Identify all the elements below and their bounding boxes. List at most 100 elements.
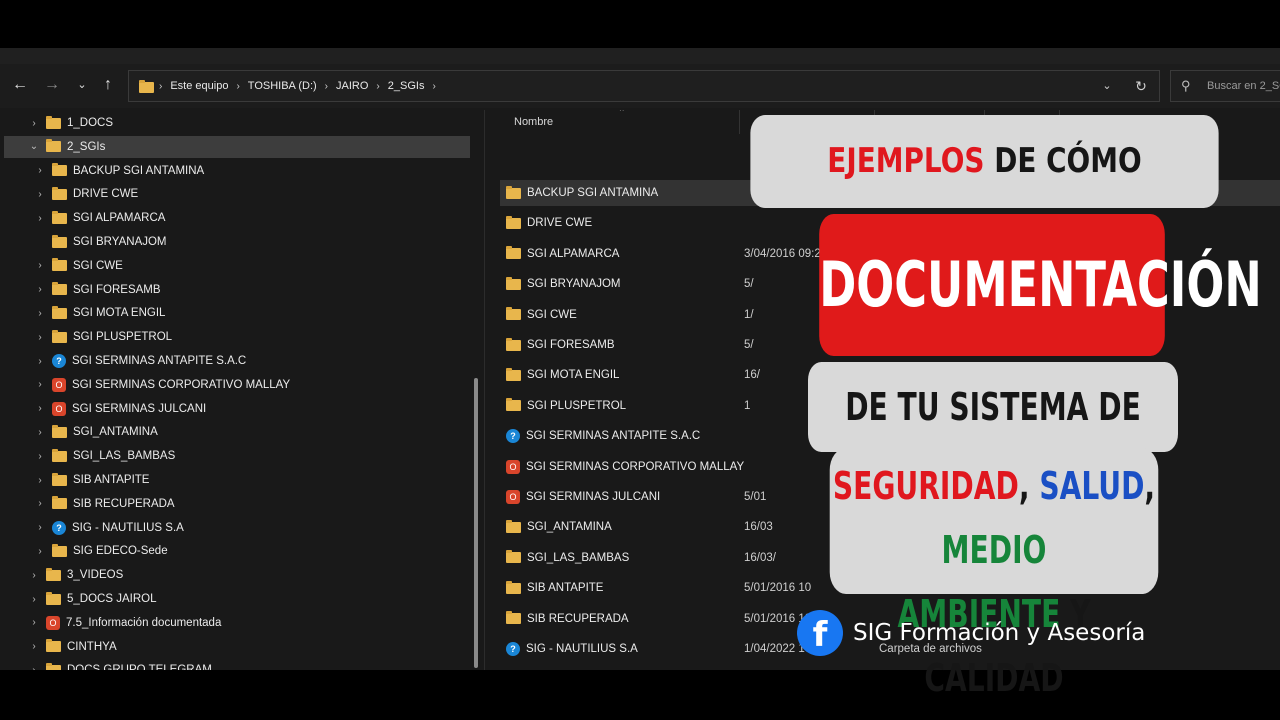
tree-item-label: SGI_LAS_BAMBAS <box>73 450 176 463</box>
chevron-right-icon[interactable]: › <box>34 403 46 414</box>
tree-item-label: 1_DOCS <box>67 117 114 129</box>
chevron-right-icon[interactable]: › <box>34 427 46 438</box>
tree-item[interactable]: ›? SIG - NAUTILIUS S.A <box>0 517 470 539</box>
breadcrumb-item[interactable]: JAIRO <box>336 80 368 92</box>
navigation-pane-scrollbar[interactable] <box>474 378 478 668</box>
file-date: 16/ <box>744 369 760 382</box>
address-folder-icon <box>139 80 154 93</box>
tree-item[interactable]: ›DOCS GRUPO TELEGRAM <box>0 659 470 670</box>
file-name: SGI_ANTAMINA <box>527 521 612 534</box>
breadcrumb-item[interactable]: TOSHIBA (D:) <box>248 80 317 92</box>
chevron-right-icon[interactable]: › <box>28 118 40 129</box>
file-date: 16/03 <box>744 521 773 534</box>
chevron-right-icon[interactable]: › <box>34 522 46 533</box>
back-arrow-icon[interactable]: ← <box>8 74 32 96</box>
folder-icon <box>52 496 67 510</box>
chevron-right-icon[interactable]: › <box>28 594 40 605</box>
chevron-right-icon[interactable]: › <box>28 617 40 628</box>
file-name: SIB ANTAPITE <box>527 582 604 595</box>
chevron-right-icon[interactable]: › <box>34 165 46 176</box>
folder-icon <box>52 163 67 177</box>
chevron-right-icon[interactable]: › <box>34 213 46 224</box>
chevron-right-icon[interactable]: › <box>34 356 46 367</box>
search-placeholder: Buscar en 2_SGIs <box>1207 80 1280 92</box>
chevron-right-icon: › <box>159 80 163 92</box>
chevron-right-icon[interactable]: › <box>28 570 40 581</box>
tree-item[interactable]: › SGI CWE <box>0 255 470 277</box>
folder-icon <box>506 580 521 594</box>
tree-item[interactable]: › 3_VIDEOS <box>0 564 470 586</box>
file-name: SGI SERMINAS CORPORATIVO MALLAY <box>526 460 745 473</box>
chevron-down-icon[interactable]: ⌄ <box>28 141 40 152</box>
tree-item[interactable]: › BACKUP SGI ANTAMINA <box>0 160 470 182</box>
pane-divider[interactable] <box>484 110 485 670</box>
tree-item[interactable]: ›? SGI SERMINAS ANTAPITE S.A.C <box>0 350 470 372</box>
folder-icon <box>506 337 521 351</box>
forward-arrow-icon[interactable]: → <box>40 74 64 96</box>
folder-icon <box>506 519 521 533</box>
tree-item-label: SGI SERMINAS CORPORATIVO MALLAY <box>72 378 291 391</box>
tree-item[interactable]: ⌄ 2_SGIs <box>4 135 470 158</box>
breadcrumb-item[interactable]: Este equipo <box>170 80 228 92</box>
tree-item[interactable]: › SGI PLUSPETROL <box>0 326 470 348</box>
question-badge-icon: ? <box>506 429 520 444</box>
folder-icon <box>52 258 67 272</box>
tree-item[interactable]: › DRIVE CWE <box>0 183 470 205</box>
tree-item-label: SGI ALPAMARCA <box>73 212 166 225</box>
title-highlight-ejemplos: EJEMPLOS <box>827 141 985 181</box>
refresh-icon[interactable]: ↻ <box>1131 76 1151 96</box>
search-input[interactable]: ⚲ Buscar en 2_SGIs <box>1170 70 1280 102</box>
tree-item[interactable]: › O SGI SERMINAS CORPORATIVO MALLAY <box>0 374 470 396</box>
tree-item-label: BACKUP SGI ANTAMINA <box>73 164 205 177</box>
chevron-right-icon[interactable]: › <box>34 260 46 271</box>
tree-item[interactable]: › SGI_LAS_BAMBAS <box>0 445 470 467</box>
folder-icon <box>506 185 521 199</box>
search-icon: ⚲ <box>1181 78 1191 93</box>
chevron-right-icon[interactable]: › <box>34 498 46 509</box>
breadcrumb: › Este equipo › TOSHIBA (D:) › JAIRO › 2… <box>159 71 444 101</box>
tree-item[interactable]: › SGI MOTA ENGIL <box>0 302 470 324</box>
tree-item[interactable]: › CINTHYA <box>0 636 470 658</box>
sort-ascending-icon: ⌃ <box>618 110 626 117</box>
column-divider[interactable] <box>739 110 740 134</box>
tree-item[interactable]: › SGI ALPAMARCA <box>0 207 470 229</box>
recent-locations-chevron-icon[interactable]: ⌄ <box>70 74 94 96</box>
file-date: 1 <box>744 399 751 412</box>
question-badge-icon: ? <box>506 642 520 656</box>
tree-item[interactable]: ›SGI BRYANAJOM <box>0 231 470 253</box>
folder-icon <box>506 307 521 321</box>
chevron-right-icon[interactable]: › <box>34 546 46 557</box>
file-date: 5/01 <box>744 491 767 503</box>
file-name: DRIVE CWE <box>527 217 593 230</box>
folder-icon <box>52 234 67 248</box>
chevron-right-icon[interactable]: › <box>34 189 46 200</box>
tree-item[interactable]: › SGI_ANTAMINA <box>0 421 470 443</box>
address-bar[interactable]: › Este equipo › TOSHIBA (D:) › JAIRO › 2… <box>128 70 1160 102</box>
office-badge-icon: O <box>506 490 520 504</box>
tree-item[interactable]: › O SGI SERMINAS JULCANI <box>0 398 470 420</box>
column-header-name[interactable]: Nombre <box>514 116 553 128</box>
tree-item[interactable]: › 1_DOCS <box>0 112 470 134</box>
chevron-right-icon[interactable]: › <box>34 475 46 486</box>
chevron-right-icon[interactable]: › <box>34 332 46 343</box>
tree-item[interactable]: › SIB RECUPERADA <box>0 493 470 515</box>
chevron-right-icon[interactable]: › <box>34 308 46 319</box>
tree-item[interactable]: › 5_DOCS JAIROL <box>0 588 470 610</box>
tree-item[interactable]: › SIG EDECO-Sede <box>0 540 470 562</box>
chevron-right-icon[interactable]: › <box>34 451 46 462</box>
chevron-right-icon[interactable]: › <box>34 284 46 295</box>
chevron-right-icon[interactable]: › <box>28 641 40 652</box>
file-name: SGI PLUSPETROL <box>527 399 627 412</box>
tree-item[interactable]: › O 7.5_Información documentada <box>0 612 470 634</box>
breadcrumb-item[interactable]: 2_SGIs <box>388 80 425 92</box>
tree-item-label: SIG EDECO-Sede <box>73 545 168 558</box>
address-dropdown-chevron-icon[interactable]: ⌄ <box>1097 77 1117 95</box>
folder-icon <box>506 398 521 412</box>
chevron-right-icon[interactable]: › <box>34 379 46 390</box>
tree-item[interactable]: › SGI FORESAMB <box>0 279 470 301</box>
folder-icon <box>52 472 67 486</box>
tree-item[interactable]: › SIB ANTAPITE <box>0 469 470 491</box>
up-arrow-icon[interactable]: ↑ <box>96 74 120 96</box>
word-medio: MEDIO <box>941 528 1047 572</box>
file-name: BACKUP SGI ANTAMINA <box>527 187 659 199</box>
